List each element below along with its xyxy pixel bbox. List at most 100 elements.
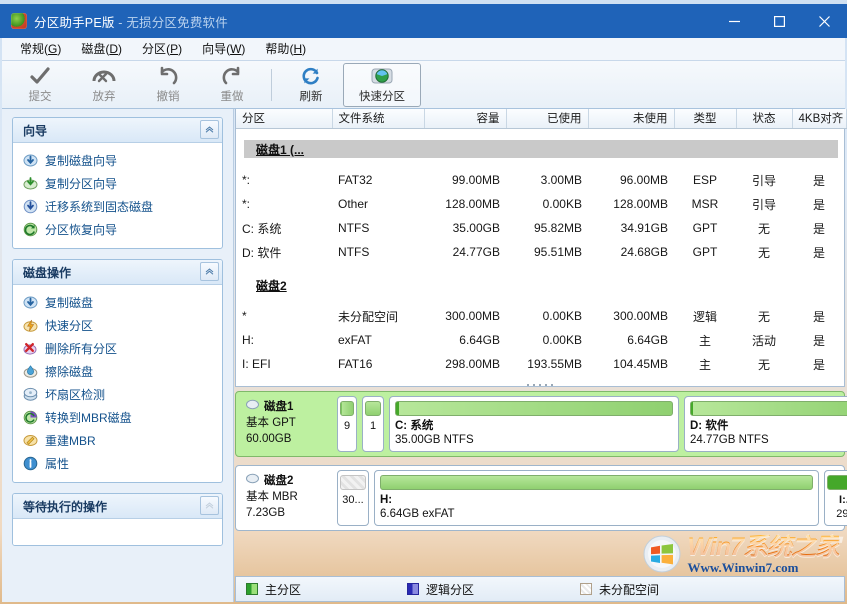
partition-label: I:... <box>827 493 847 507</box>
disk1-title: 磁盘1 <box>264 399 293 415</box>
copy-disk-icon <box>23 295 38 310</box>
toolbar-button-redo[interactable]: 重做 <box>200 63 264 107</box>
splitter-handle[interactable] <box>527 382 553 387</box>
partition-size: 1 <box>365 419 381 433</box>
cell-align4k: 是 <box>792 192 846 216</box>
table-row[interactable]: *: Other 128.00MB 0.00KB 128.00MB MSR 引导… <box>236 192 846 216</box>
cell-capacity: 298.00MB <box>424 352 506 376</box>
toolbar-button-quick-partition[interactable]: 快速分区 <box>343 63 421 107</box>
table-row[interactable]: *: FAT32 99.00MB 3.00MB 96.00MB ESP 引导 是 <box>236 168 846 192</box>
cell-status: 无 <box>736 240 792 264</box>
sidebar-panel-disk-operations: 磁盘操作 复制磁盘 快速分区 <box>12 259 223 483</box>
table-row[interactable]: D: 软件 NTFS 24.77GB 95.51MB 24.68GB GPT 无… <box>236 240 846 264</box>
table-spacer <box>236 159 846 168</box>
disk2-partition-0[interactable]: 30... <box>337 470 369 526</box>
column-header-status[interactable]: 状态 <box>736 109 792 128</box>
toolbar-button-commit[interactable]: 提交 <box>8 63 72 107</box>
sidebar-item-copy-partition-wizard[interactable]: 复制分区向导 <box>13 172 222 195</box>
disk2-partition-2[interactable]: I:... 29... <box>824 470 847 526</box>
sidebar-item-copy-disk[interactable]: 复制磁盘 <box>13 291 222 314</box>
sidebar-item-bad-sector-check[interactable]: 坏扇区检测 <box>13 383 222 406</box>
disk-group-header-disk1[interactable]: 磁盘1 (... <box>236 137 846 159</box>
toolbar-label: 撤销 <box>157 88 180 104</box>
sidebar-item-rebuild-mbr[interactable]: 重建MBR <box>13 429 222 452</box>
maximize-button[interactable] <box>757 4 802 38</box>
disk1-partition-0[interactable]: 9 <box>337 396 357 452</box>
toolbar-label: 快速分区 <box>359 88 405 104</box>
table-row[interactable]: H: exFAT 6.64GB 0.00KB 6.64GB 主 活动 是 <box>236 328 846 352</box>
table-row[interactable]: * 未分配空间 300.00MB 0.00KB 300.00MB 逻辑 无 是 <box>236 304 846 328</box>
sidebar-item-copy-disk-wizard[interactable]: 复制磁盘向导 <box>13 149 222 172</box>
sidebar-item-quick-partition[interactable]: 快速分区 <box>13 314 222 337</box>
cell-type: 主 <box>674 352 736 376</box>
legend-swatch-unallocated <box>580 583 592 595</box>
chevron-up-icon[interactable] <box>200 120 219 139</box>
menu-item-general[interactable]: 常规(G) <box>10 38 71 60</box>
table-row[interactable]: I: EFI FAT16 298.00MB 193.55MB 104.45MB … <box>236 352 846 376</box>
panel-header[interactable]: 磁盘操作 <box>13 260 222 285</box>
column-header-filesystem[interactable]: 文件系统 <box>332 109 424 128</box>
disk-group-header-disk2[interactable]: 磁盘2 <box>236 273 846 295</box>
close-button[interactable] <box>802 4 847 38</box>
menu-item-help[interactable]: 帮助(H) <box>255 38 316 60</box>
wipe-disk-icon <box>23 364 38 379</box>
cell-type: 主 <box>674 328 736 352</box>
cell-used: 95.82MB <box>506 216 588 240</box>
disk1-partition-3[interactable]: D: 软件 24.77GB NTFS <box>684 396 847 452</box>
table-header-row: 分区 文件系统 容量 已使用 未使用 类型 状态 4KB对齐 <box>236 109 846 128</box>
disk1-map[interactable]: 磁盘1 基本 GPT 60.00GB 9 1 C: 系 <box>235 391 845 457</box>
column-header-used[interactable]: 已使用 <box>506 109 588 128</box>
toolbar-button-discard[interactable]: 放弃 <box>72 63 136 107</box>
partition-usage-bar <box>340 401 354 416</box>
disk1-scheme: 基本 GPT <box>246 415 332 431</box>
sidebar-item-label: 复制磁盘向导 <box>45 152 117 169</box>
disk1-partition-1[interactable]: 1 <box>362 396 384 452</box>
chevron-up-icon[interactable] <box>200 262 219 281</box>
partition-usage-bar <box>380 475 813 490</box>
sidebar-item-properties[interactable]: 属性 <box>13 452 222 475</box>
legend-label: 未分配空间 <box>599 581 659 598</box>
column-header-align4k[interactable]: 4KB对齐 <box>792 109 846 128</box>
menu-accel: P <box>170 42 178 56</box>
sidebar-item-wipe-disk[interactable]: 擦除磁盘 <box>13 360 222 383</box>
sidebar-item-delete-all-partitions[interactable]: 删除所有分区 <box>13 337 222 360</box>
cell-used: 0.00KB <box>506 328 588 352</box>
minimize-button[interactable] <box>712 4 757 38</box>
toolbar-button-refresh[interactable]: 刷新 <box>279 63 343 107</box>
toolbar-label: 放弃 <box>93 88 116 104</box>
column-header-capacity[interactable]: 容量 <box>424 109 506 128</box>
window-title-separator: - <box>118 16 122 30</box>
chevron-up-icon[interactable] <box>200 496 219 515</box>
sidebar-item-label: 迁移系统到固态磁盘 <box>45 198 153 215</box>
convert-mbr-icon <box>23 410 38 425</box>
cell-capacity: 128.00MB <box>424 192 506 216</box>
disk2-partition-1[interactable]: H: 6.64GB exFAT <box>374 470 819 526</box>
menu-item-disk[interactable]: 磁盘(D) <box>71 38 132 60</box>
sidebar-item-migrate-os[interactable]: 迁移系统到固态磁盘 <box>13 195 222 218</box>
column-header-unused[interactable]: 未使用 <box>588 109 674 128</box>
sidebar-item-recover-partition-wizard[interactable]: 分区恢复向导 <box>13 218 222 241</box>
migrate-os-icon <box>23 199 38 214</box>
cell-capacity: 35.00GB <box>424 216 506 240</box>
delete-all-icon <box>23 341 38 356</box>
panel-title: 等待执行的操作 <box>23 498 107 515</box>
cell-used: 0.00KB <box>506 304 588 328</box>
table-row[interactable]: C: 系统 NTFS 35.00GB 95.82MB 34.91GB GPT 无… <box>236 216 846 240</box>
panel-header[interactable]: 等待执行的操作 <box>13 494 222 519</box>
disk2-map[interactable]: 磁盘2 基本 MBR 7.23GB 30... H: 6.64GB exFAT <box>235 465 845 531</box>
panel-body <box>13 519 222 545</box>
menu-item-partition[interactable]: 分区(P) <box>132 38 192 60</box>
cell-unused: 300.00MB <box>588 304 674 328</box>
disk2-scheme: 基本 MBR <box>246 489 332 505</box>
partition-size: 29... <box>827 507 847 521</box>
sidebar-item-convert-to-mbr[interactable]: 转换到MBR磁盘 <box>13 406 222 429</box>
disk1-partition-2[interactable]: C: 系统 35.00GB NTFS <box>389 396 679 452</box>
legend-primary: 主分区 <box>246 581 301 598</box>
menu-item-wizard[interactable]: 向导(W) <box>192 38 255 60</box>
column-header-type[interactable]: 类型 <box>674 109 736 128</box>
toolbar-button-undo[interactable]: 撤销 <box>136 63 200 107</box>
column-header-partition[interactable]: 分区 <box>236 109 332 128</box>
legend-label: 逻辑分区 <box>426 581 474 598</box>
menu-accel: W <box>230 42 241 56</box>
panel-header[interactable]: 向导 <box>13 118 222 143</box>
